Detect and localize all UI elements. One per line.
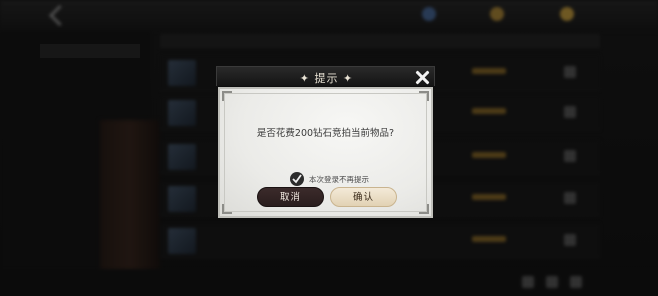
frame-corner — [222, 204, 232, 214]
confirm-dialog: ✦ 提示 ✦ 是否花费200钻石竞拍当前物品? 本次登录不再提示 取消 确认 — [216, 66, 435, 220]
remember-label: 本次登录不再提示 — [309, 175, 369, 184]
cancel-button[interactable]: 取消 — [257, 187, 324, 207]
confirm-button[interactable]: 确认 — [330, 187, 397, 207]
dialog-body: 是否花费200钻石竞拍当前物品? 本次登录不再提示 取消 确认 — [218, 87, 433, 218]
frame-corner — [222, 91, 232, 101]
dialog-title: ✦ 提示 ✦ — [217, 70, 436, 86]
title-ornament-right: ✦ — [338, 72, 354, 85]
title-ornament-left: ✦ — [299, 72, 315, 85]
frame-corner — [419, 91, 429, 101]
dialog-title-text: 提示 — [314, 72, 339, 85]
checkmark-icon — [292, 174, 302, 184]
dialog-question: 是否花费200钻石竞拍当前物品? — [256, 128, 395, 139]
remember-checkbox[interactable] — [290, 172, 304, 186]
frame-corner — [419, 204, 429, 214]
close-icon[interactable] — [414, 69, 431, 86]
remember-option[interactable]: 本次登录不再提示 — [290, 172, 410, 186]
dialog-header: ✦ 提示 ✦ — [216, 66, 435, 86]
